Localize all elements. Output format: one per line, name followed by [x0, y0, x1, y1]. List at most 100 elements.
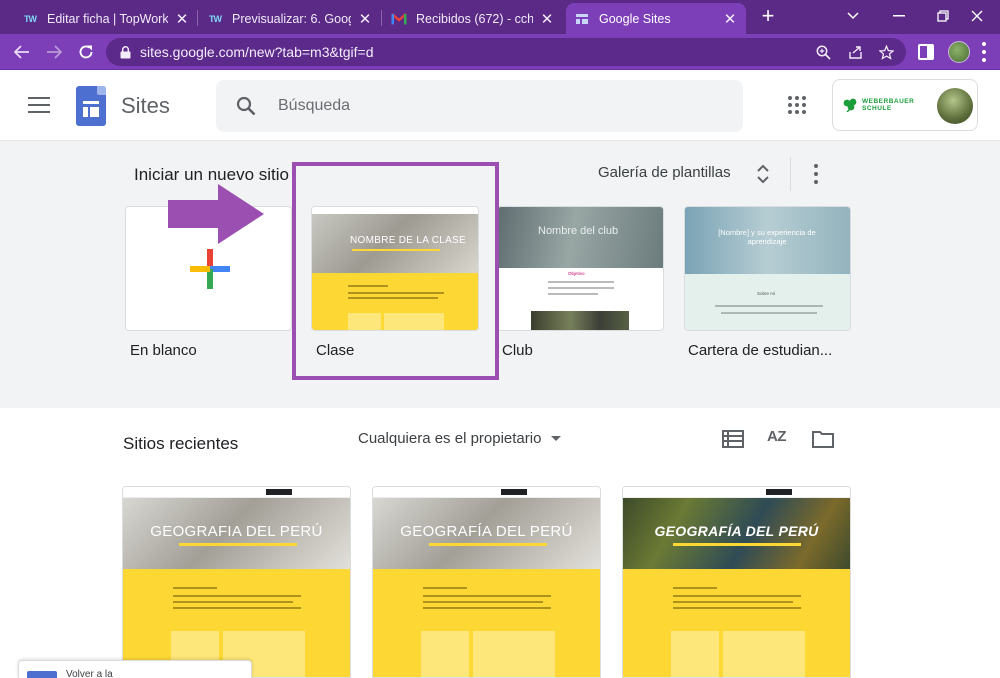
close-tab-icon[interactable]: ✕: [722, 10, 738, 28]
share-icon[interactable]: [846, 43, 864, 61]
preview-heading: Sobre mí: [757, 291, 776, 296]
search-input[interactable]: [278, 94, 718, 118]
preview-text-line: [548, 281, 614, 283]
preview-heading: Objetivo: [568, 271, 585, 276]
tab-title: Editar ficha | TopWorksh: [47, 11, 168, 26]
preview-text-line: [423, 601, 543, 603]
preview-text-line: [548, 287, 614, 289]
preview-text-line: [673, 595, 801, 597]
tab-title: Google Sites: [599, 11, 671, 26]
zoom-icon[interactable]: [814, 43, 832, 61]
search-icon[interactable]: [236, 96, 256, 116]
preview-text-line: [673, 601, 793, 603]
bookmark-star-icon[interactable]: [877, 43, 895, 61]
gallery-title: Iniciar un nuevo sitio: [134, 165, 289, 184]
browser-tabstrip: TW Editar ficha | TopWorksh ✕ TW Previsu…: [0, 0, 1000, 34]
browser-tab-topworksheets-preview[interactable]: TW Previsualizar: 6. Google ✕: [199, 3, 381, 34]
preview-text-line: [548, 293, 598, 295]
sites-logo-icon[interactable]: [76, 86, 106, 126]
new-tab-icon[interactable]: +: [757, 5, 779, 27]
side-panel-icon[interactable]: [918, 44, 934, 60]
tab-separator: [197, 10, 198, 26]
sites-header: Sites WEBERBAUERSCHULE: [0, 71, 1000, 141]
preview-block: [473, 631, 555, 677]
profile-avatar[interactable]: [948, 41, 970, 63]
preview-hero-image: [498, 207, 663, 268]
preview-navbar: [123, 487, 350, 498]
owner-filter-dropdown[interactable]: Cualquiera es el propietario: [358, 430, 562, 447]
close-window-icon[interactable]: [954, 0, 1000, 32]
template-label[interactable]: Cartera de estudian...: [688, 342, 832, 359]
reload-icon[interactable]: [74, 40, 98, 64]
folder-icon[interactable]: [812, 428, 834, 450]
browser-tab-gmail[interactable]: Recibidos (672) - cchun ✕: [383, 3, 563, 34]
sites-icon: [574, 11, 590, 27]
tab-separator: [381, 10, 382, 26]
recent-site-card[interactable]: GEOGRAFIA DEL PERÚ: [122, 486, 351, 678]
browser-tab-google-sites[interactable]: Google Sites ✕: [566, 3, 746, 34]
preview-photo: [531, 311, 629, 330]
back-icon[interactable]: [10, 40, 34, 64]
topworksheets-icon: TW: [209, 13, 222, 24]
preview-text-line: [673, 607, 801, 609]
template-club[interactable]: Nombre del club Objetivo: [497, 206, 664, 331]
highlight-box: [292, 162, 499, 380]
owner-filter-label: Cualquiera es el propietario: [358, 430, 542, 447]
preview-nav-tab: [766, 489, 792, 495]
browser-tab-topworksheets-edit[interactable]: TW Editar ficha | TopWorksh ✕: [14, 3, 198, 34]
account-avatar[interactable]: [937, 88, 973, 124]
preview-title: [Nombre] y su experiencia de aprendizaje: [718, 228, 816, 246]
preview-section: [685, 274, 850, 330]
organization-logo: WEBERBAUER SCHULE: [843, 98, 914, 112]
lock-icon[interactable]: [116, 45, 134, 59]
tab-search-chevron-icon[interactable]: [830, 0, 876, 32]
preview-text-line: [173, 587, 217, 589]
template-label[interactable]: Club: [502, 342, 533, 359]
preview-title: Nombre del club: [538, 225, 619, 237]
list-view-icon[interactable]: [722, 428, 744, 450]
preview-text-line: [173, 607, 301, 609]
sites-thumbnail-icon: [27, 671, 57, 678]
close-tab-icon[interactable]: ✕: [174, 10, 190, 28]
preview-text-line: [173, 601, 293, 603]
browser-toolbar: sites.google.com/new?tab=m3&tgif=d: [0, 34, 1000, 70]
search-box[interactable]: [216, 80, 743, 132]
site-preview-title: GEOGRAFÍA DEL PERÚ: [654, 523, 819, 539]
recent-site-card[interactable]: GEOGRAFÍA DEL PERÚ: [372, 486, 601, 678]
google-apps-icon[interactable]: [788, 96, 806, 114]
address-bar[interactable]: sites.google.com/new?tab=m3&tgif=d: [106, 38, 906, 66]
preview-text-line: [423, 587, 467, 589]
preview-text-line: [715, 305, 823, 307]
preview-text-line: [173, 595, 301, 597]
account-switcher[interactable]: WEBERBAUER SCHULE: [832, 79, 978, 131]
tab-title: Recibidos (672) - cchun: [416, 11, 533, 26]
preview-block: [671, 631, 719, 677]
url-text: sites.google.com/new?tab=m3&tgif=d: [140, 44, 374, 60]
expand-collapse-icon[interactable]: [755, 162, 771, 186]
browser-menu-icon[interactable]: [981, 42, 987, 62]
arrow-annotation-icon: [168, 184, 264, 244]
template-gallery-button[interactable]: Galería de plantillas: [598, 164, 731, 181]
close-tab-icon[interactable]: ✕: [357, 10, 373, 28]
divider: [790, 157, 791, 191]
template-label[interactable]: En blanco: [130, 342, 197, 359]
preview-text-line: [423, 595, 551, 597]
close-tab-icon[interactable]: ✕: [539, 10, 555, 28]
gmail-icon: [391, 11, 407, 27]
minimize-icon[interactable]: [876, 0, 922, 32]
preview-text-line: [721, 312, 817, 314]
main-menu-icon[interactable]: [28, 97, 50, 113]
template-cartera[interactable]: [Nombre] y su experiencia de aprendizaje…: [684, 206, 851, 331]
plus-icon: [190, 249, 230, 289]
recent-site-card[interactable]: GEOGRAFÍA DEL PERÚ: [622, 486, 851, 678]
sort-az-icon[interactable]: AZ: [767, 428, 787, 445]
preview-block: [723, 631, 805, 677]
preview-nav-tab: [501, 489, 527, 495]
forward-icon[interactable]: [42, 40, 66, 64]
preview-underline: [673, 543, 801, 546]
back-to-classic-snackbar[interactable]: Volver a la: [18, 660, 252, 678]
site-preview-title: GEOGRAFÍA DEL PERÚ: [400, 523, 573, 540]
more-options-icon[interactable]: [813, 164, 819, 184]
app-name[interactable]: Sites: [121, 93, 170, 119]
organization-name: WEBERBAUER SCHULE: [862, 98, 915, 112]
